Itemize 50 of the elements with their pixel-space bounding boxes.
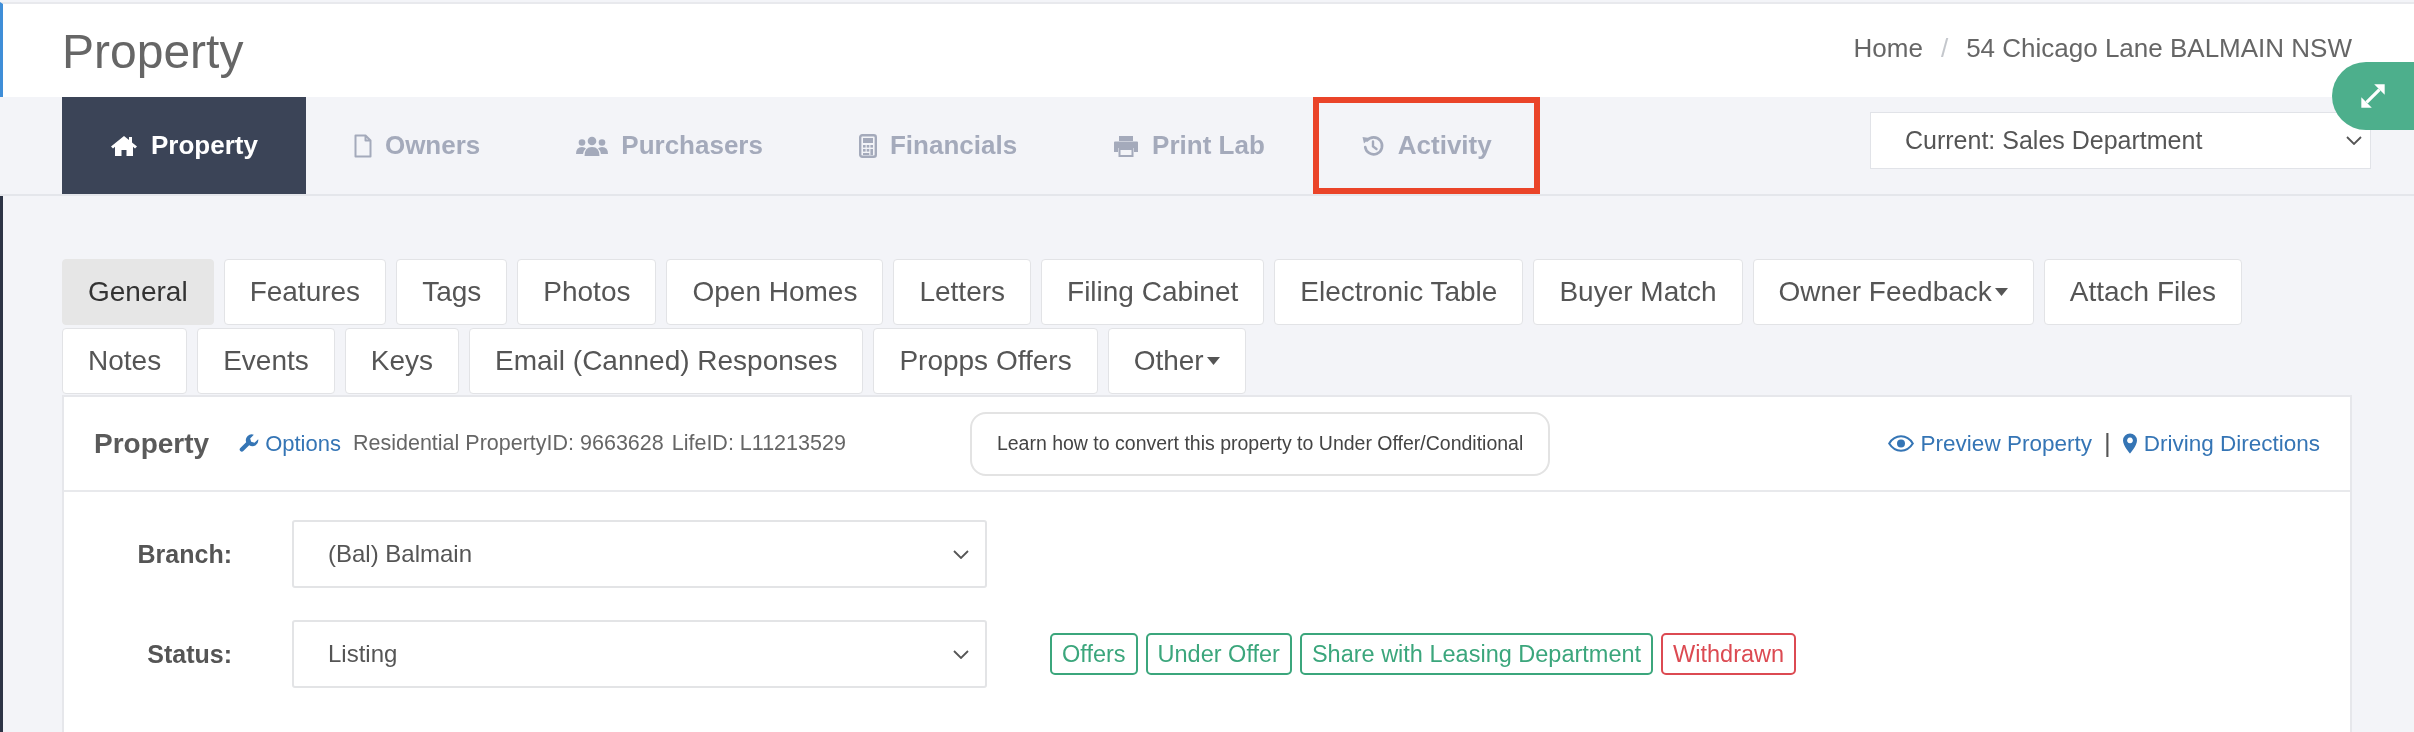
section-tab[interactable]: General — [62, 259, 214, 325]
section-tab[interactable]: Events — [197, 328, 335, 394]
section-tab[interactable]: Keys — [344, 328, 459, 394]
page-title: Property — [62, 24, 244, 80]
nav-tab[interactable]: Property — [62, 97, 306, 194]
breadcrumb-current: 54 Chicago Lane BALMAIN NSW — [1966, 32, 2352, 64]
breadcrumb-link[interactable]: Home — [1853, 32, 1923, 64]
section-tab[interactable]: Owner Feedback — [1752, 259, 2034, 325]
options-link[interactable]: Options — [239, 430, 341, 457]
users-icon — [576, 135, 609, 156]
help-button[interactable]: Learn how to convert this property to Under Offer/Conditional — [969, 411, 1551, 476]
breadcrumb-separator: / — [1940, 32, 1949, 64]
link-separator: | — [2103, 428, 2111, 459]
document-icon — [353, 133, 372, 158]
department-select[interactable]: Current: Sales Department — [1870, 112, 2371, 169]
life-id: LifeID: L11213529 — [671, 431, 846, 456]
property-id: Residential PropertyID: 9663628 — [353, 431, 664, 456]
section-tab[interactable]: Notes — [62, 328, 188, 394]
section-tab[interactable]: Photos — [517, 259, 657, 325]
history-icon — [1360, 133, 1385, 158]
chevron-down-icon — [2346, 136, 2362, 145]
section-tab[interactable]: Buyer Match — [1533, 259, 1743, 325]
panel-title: Property — [94, 427, 210, 460]
field-label: Branch: — [136, 539, 232, 569]
section-tab[interactable]: Open Homes — [666, 259, 884, 325]
chevron-down-icon — [953, 549, 969, 559]
wrench-icon — [239, 433, 260, 454]
status-action-button[interactable]: Withdrawn — [1661, 633, 1797, 675]
panel-link[interactable]: Preview Property — [1887, 430, 2092, 457]
field-label: Status: — [146, 639, 232, 669]
section-tab[interactable]: Letters — [893, 259, 1032, 325]
printer-icon — [1113, 134, 1140, 157]
section-tab[interactable]: Other — [1107, 328, 1246, 394]
section-tab[interactable]: Attach Files — [2043, 259, 2243, 325]
section-tab[interactable]: Email (Canned) Responses — [469, 328, 864, 394]
section-tab[interactable]: Features — [223, 259, 387, 325]
chevron-down-icon — [953, 649, 969, 659]
fullscreen-button[interactable] — [2332, 62, 2414, 130]
map-pin-icon — [2122, 433, 2137, 454]
eye-icon — [1887, 435, 1914, 452]
panel-link[interactable]: Driving Directions — [2122, 430, 2320, 457]
section-tab[interactable]: Filing Cabinet — [1041, 259, 1265, 325]
section-tab[interactable]: Tags — [396, 259, 508, 325]
section-tab[interactable]: Electronic Table — [1274, 259, 1524, 325]
section-tab[interactable]: Propps Offers — [873, 328, 1098, 394]
home-icon — [110, 134, 138, 157]
expand-arrows-icon — [2359, 82, 2387, 110]
select-field[interactable]: Listing — [292, 620, 987, 688]
calculator-icon — [858, 133, 877, 158]
select-field[interactable]: (Bal) Balmain — [292, 520, 987, 588]
